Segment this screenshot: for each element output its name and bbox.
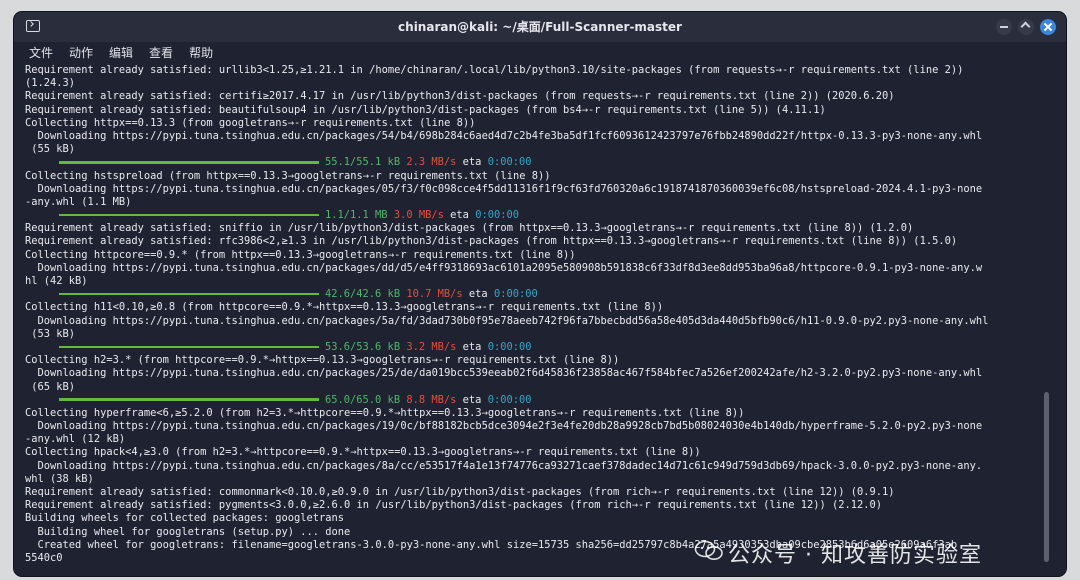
terminal-line: Collecting httpcore==0.9.* (from httpx==… (25, 248, 576, 261)
progress-line: 53.6/53.6 kB 3.2 MB/s eta 0:00:00 (25, 341, 1045, 354)
terminal-window: chinaran@kali: ~/桌面/Full-Scanner-master … (14, 12, 1066, 576)
progress-speed: 3.2 MB/s (406, 340, 457, 353)
terminal-line: Requirement already satisfied: certifi≥2… (25, 90, 895, 103)
terminal-line: Downloading https://pypi.tuna.tsinghua.e… (25, 459, 983, 472)
menu-file[interactable]: 文件 (29, 43, 53, 63)
terminal-line: Collecting h2=3.* (from httpcore==0.9.*→… (25, 354, 620, 367)
progress-line: 55.1/55.1 kB 2.3 MB/s eta 0:00:00 (25, 156, 1045, 169)
progress-line: 1.1/1.1 MB 3.0 MB/s eta 0:00:00 (25, 209, 1045, 222)
terminal-line: Downloading https://pypi.tuna.tsinghua.e… (25, 420, 983, 433)
progress-bar (59, 161, 319, 164)
progress-eta-label: eta (468, 288, 488, 301)
progress-size: 1.1/1.1 MB (325, 209, 388, 222)
terminal-line: (65 kB) (25, 380, 76, 393)
progress-size: 42.6/42.6 kB (325, 288, 401, 301)
terminal-line: whl (38 kB) (25, 472, 94, 485)
terminal-line: (53 kB) (25, 327, 76, 340)
progress-size: 65.0/65.0 kB (325, 393, 401, 406)
terminal-line: Collecting hyperframe<6,≥5.2.0 (from h2=… (25, 406, 745, 419)
terminal-line: Collecting hstspreload (from httpx==0.13… (25, 169, 551, 182)
progress-eta-label: eta (462, 393, 482, 406)
terminal-line: Requirement already satisfied: pygments<… (25, 499, 883, 512)
terminal-line: hl (42 kB) (25, 275, 88, 287)
progress-bar (59, 345, 319, 349)
terminal-line: Building wheels for collected packages: … (25, 512, 345, 525)
progress-line: 65.0/65.0 kB 8.8 MB/s eta 0:00:00 (25, 394, 1045, 407)
terminal-line: Downloading https://pypi.tuna.tsinghua.e… (25, 182, 983, 195)
progress-eta: 0:00:00 (475, 209, 519, 222)
progress-speed: 2.3 MB/s (406, 156, 457, 169)
menu-view[interactable]: 查看 (149, 43, 173, 63)
progress-speed: 8.8 MB/s (406, 393, 457, 406)
minimize-button[interactable] (996, 19, 1012, 35)
progress-eta: 0:00:00 (487, 340, 532, 353)
title-bar[interactable]: chinaran@kali: ~/桌面/Full-Scanner-master (14, 12, 1066, 42)
progress-eta-label: eta (462, 156, 482, 169)
terminal-line: Downloading https://pypi.tuna.tsinghua.e… (25, 314, 989, 327)
progress-eta-label: eta (462, 340, 482, 353)
watermark: 公众号 · 知攻善防实验室 (694, 532, 1066, 572)
terminal-line: Downloading https://pypi.tuna.tsinghua.e… (25, 261, 983, 274)
progress-size: 55.1/55.1 kB (325, 156, 401, 169)
terminal-line: (55 kB) (25, 143, 76, 156)
terminal-line: Collecting h11<0.10,≥0.8 (from httpcore=… (25, 301, 664, 314)
progress-speed: 3.0 MB/s (393, 209, 444, 222)
menu-edit[interactable]: 编辑 (109, 43, 133, 63)
terminal-line: Requirement already satisfied: beautiful… (25, 103, 826, 116)
progress-speed: 10.7 MB/s (406, 288, 463, 301)
terminal-line: -any.whl (1.1 MB) (25, 195, 132, 208)
terminal-line: Requirement already satisfied: sniffio i… (25, 222, 914, 235)
terminal-output[interactable]: Requirement already satisfied: urllib3<1… (25, 64, 1045, 572)
progress-bar (59, 398, 319, 401)
watermark-text: 公众号 · 知攻善防实验室 (728, 543, 982, 568)
terminal-line: Collecting hpack<4,≥3.0 (from h2=3.*→htt… (25, 446, 701, 459)
progress-size: 53.6/53.6 kB (325, 340, 401, 353)
window-title: chinaran@kali: ~/桌面/Full-Scanner-master (398, 20, 682, 34)
terminal-line: Downloading https://pypi.tuna.tsinghua.e… (25, 367, 983, 380)
progress-line: 42.6/42.6 kB 10.7 MB/s eta 0:00:00 (25, 288, 1045, 301)
progress-bar (59, 292, 319, 296)
maximize-button[interactable] (1018, 19, 1034, 35)
progress-eta-label: eta (450, 209, 469, 222)
terminal-line: Downloading https://pypi.tuna.tsinghua.e… (25, 129, 983, 142)
close-button[interactable] (1040, 19, 1056, 35)
wechat-icon (694, 540, 723, 560)
terminal-line: -any.whl (12 kB) (25, 433, 126, 446)
terminal-line: Collecting httpx==0.13.3 (from googletra… (25, 116, 476, 129)
menu-help[interactable]: 帮助 (189, 43, 213, 63)
terminal-line: Requirement already satisfied: commonmar… (25, 486, 895, 498)
progress-eta: 0:00:00 (493, 288, 538, 301)
progress-bar (59, 213, 319, 217)
menu-actions[interactable]: 动作 (69, 43, 93, 63)
terminal-line: Requirement already satisfied: urllib3<1… (25, 64, 964, 76)
terminal-line: (1.24.3) (25, 77, 76, 90)
progress-eta: 0:00:00 (487, 156, 532, 169)
progress-eta: 0:00:00 (487, 393, 532, 406)
terminal-line: Requirement already satisfied: rfc3986<2… (25, 235, 958, 248)
menu-bar: 文件 动作 编辑 查看 帮助 (14, 42, 1066, 62)
